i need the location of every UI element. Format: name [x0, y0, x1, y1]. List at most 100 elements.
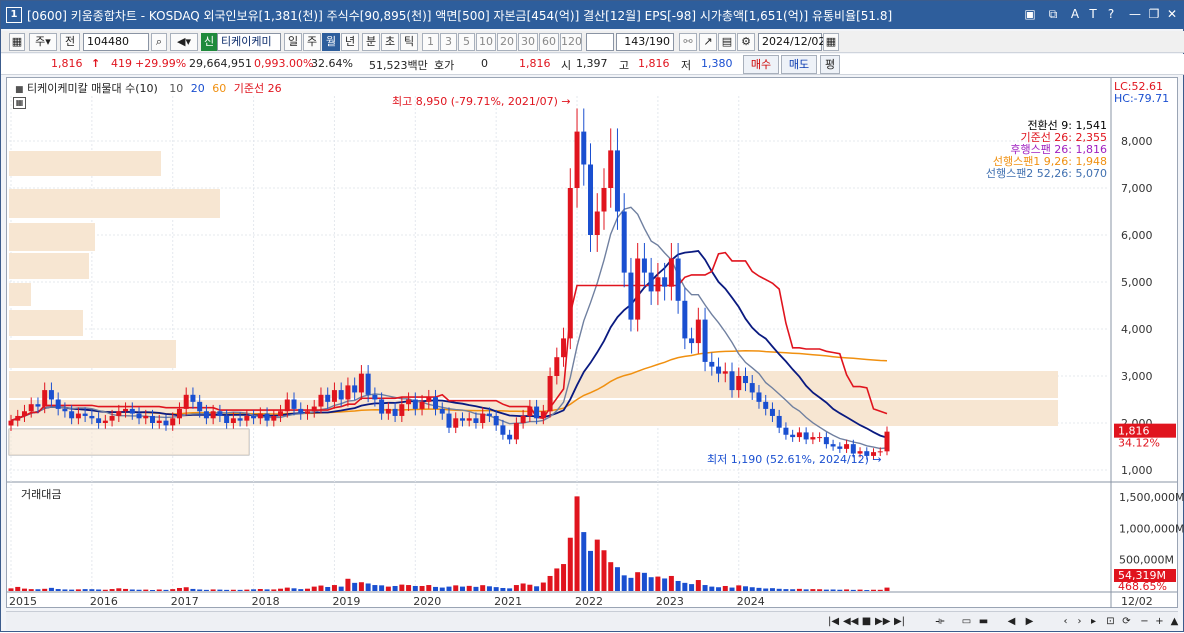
- scroll-next-icon[interactable]: ▶▶: [875, 614, 890, 629]
- volume-bar: [183, 587, 189, 591]
- scroll-last-icon[interactable]: ▶|: [892, 614, 907, 629]
- price-axis-label: 8,000: [1121, 135, 1153, 148]
- candle-body: [170, 418, 176, 426]
- candle-body: [426, 397, 432, 402]
- candle-body: [823, 437, 829, 445]
- ichimoku-legend-item: 선행스팬2 52,26: 5,070: [986, 167, 1107, 180]
- candle-body: [291, 399, 297, 409]
- candle-body: [433, 397, 439, 409]
- candle-body: [28, 404, 34, 412]
- candle-body: [675, 258, 681, 301]
- candle-body: [648, 272, 654, 292]
- volume-bar: [264, 589, 270, 591]
- candle-body: [614, 150, 620, 212]
- candle-body: [325, 394, 331, 402]
- volume-bar: [338, 586, 344, 591]
- volume-bar: [15, 586, 21, 591]
- scroll-right-icon[interactable]: ›: [1072, 614, 1087, 629]
- volume-bar: [379, 585, 385, 591]
- candle-body: [790, 434, 796, 438]
- hc-label: HC:-79.71: [1114, 92, 1169, 105]
- candle-body: [264, 413, 270, 421]
- volume-bar: [453, 585, 459, 591]
- volume-bar: [150, 589, 156, 591]
- candle-body: [419, 401, 425, 409]
- volume-bar: [817, 589, 823, 591]
- next-chart-icon[interactable]: ▶: [1022, 614, 1037, 629]
- volume-bar: [136, 589, 142, 591]
- candle-body: [271, 415, 277, 421]
- candle-body: [810, 437, 816, 440]
- fullscreen-icon[interactable]: ⊡: [1103, 614, 1118, 629]
- scroll-left-icon[interactable]: ‹: [1058, 614, 1073, 629]
- candle-body: [540, 411, 546, 419]
- candle-body: [150, 415, 156, 423]
- volume-bar: [722, 585, 728, 591]
- candle-body: [62, 408, 68, 412]
- candle-body: [796, 432, 802, 438]
- volume-bar: [796, 588, 802, 591]
- candle-body: [776, 415, 782, 428]
- zoom-out-icon[interactable]: −: [1137, 614, 1152, 629]
- volume-bar: [574, 496, 580, 591]
- candle-body: [554, 357, 560, 376]
- zoom-fit-icon[interactable]: ▭: [959, 614, 974, 629]
- candle-body: [210, 411, 216, 419]
- volume-bar: [823, 589, 829, 591]
- volume-bar: [520, 583, 526, 591]
- volume-profile-bar: [9, 340, 176, 368]
- volume-bar: [709, 586, 715, 591]
- volume-pct-tag: 468.65%: [1118, 580, 1167, 593]
- volume-bar: [433, 586, 439, 591]
- scroll-stop-icon[interactable]: ■: [859, 614, 874, 629]
- volume-bar: [237, 589, 243, 591]
- volume-bar: [695, 580, 701, 591]
- candle-body: [385, 408, 391, 414]
- candle-body: [486, 413, 492, 416]
- volume-profile-bar: [9, 151, 161, 176]
- candle-body: [817, 437, 823, 439]
- candle-body: [82, 413, 88, 416]
- candle-body: [251, 415, 257, 419]
- volume-bar: [769, 588, 775, 591]
- candle-body: [237, 418, 243, 421]
- candle-body: [183, 394, 189, 409]
- volume-bar: [89, 589, 95, 591]
- candle-body: [176, 408, 182, 419]
- candle-body: [588, 164, 594, 235]
- candle-body: [372, 394, 378, 400]
- candle-body: [466, 418, 472, 421]
- refresh-icon[interactable]: ⟳: [1119, 614, 1134, 629]
- candle-body: [662, 277, 668, 287]
- volume-bar: [55, 589, 61, 591]
- candle-body: [844, 444, 850, 449]
- volume-bar: [486, 586, 492, 591]
- candle-body: [55, 399, 61, 409]
- expand-icon[interactable]: ▸: [1086, 614, 1101, 629]
- volume-bar: [325, 586, 331, 591]
- table-icon[interactable]: ▦: [13, 97, 26, 109]
- prev-chart-icon[interactable]: ◀: [1004, 614, 1019, 629]
- candle-body: [628, 272, 634, 320]
- volume-bar: [284, 587, 290, 591]
- volume-bar: [742, 586, 748, 591]
- scroll-up-icon[interactable]: ▲: [1167, 614, 1182, 629]
- zoom-slider-icon[interactable]: ⟛: [930, 614, 950, 629]
- zoom-in-icon[interactable]: +: [1152, 614, 1167, 629]
- scroll-first-icon[interactable]: |◀: [826, 614, 841, 629]
- horizontal-scrollbar[interactable]: |◀ ◀◀ ■ ▶▶ ▶| ⟛ ▭ ▬ ◀ ▶ ‹ › ▸ ⊡ ⟳ − + ▲: [6, 611, 1178, 630]
- candle-body: [527, 406, 533, 416]
- volume-bar: [567, 537, 573, 591]
- candle-body: [668, 258, 674, 287]
- zoom-area-icon[interactable]: ▬: [976, 614, 991, 629]
- volume-bar: [176, 587, 182, 591]
- volume-bar: [352, 582, 358, 591]
- candle-body: [116, 411, 122, 416]
- volume-bar: [331, 585, 337, 591]
- volume-bar: [783, 589, 789, 591]
- candle-body: [102, 420, 108, 423]
- volume-bar: [507, 588, 513, 591]
- scroll-prev-icon[interactable]: ◀◀: [843, 614, 858, 629]
- volume-bar: [170, 589, 176, 591]
- volume-bar: [473, 586, 479, 591]
